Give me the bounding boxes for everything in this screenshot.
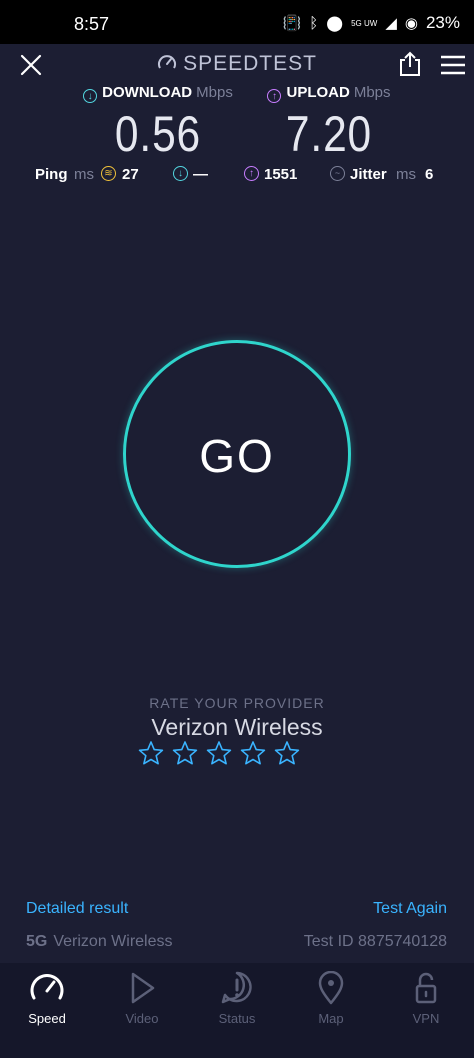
- ping-unit: ms: [74, 166, 94, 183]
- star-2-icon[interactable]: [172, 740, 198, 766]
- tab-vpn-label: VPN: [412, 1011, 440, 1026]
- menu-icon[interactable]: [440, 55, 466, 75]
- ping-idle-icon: ≋: [101, 166, 116, 181]
- ping-idle-value: 27: [122, 166, 139, 183]
- upload-header: ↑ UPLOAD Mbps: [264, 84, 394, 103]
- star-rating: [138, 740, 300, 766]
- map-pin-icon: [318, 971, 344, 1005]
- provider-name: Verizon Wireless: [151, 714, 323, 740]
- lock-icon: [415, 972, 437, 1004]
- app-title-text: SPEEDTEST: [183, 52, 317, 75]
- speedometer-icon: [30, 974, 64, 1000]
- tab-status-label: Status: [218, 1011, 256, 1026]
- network-provider: Verizon Wireless: [53, 933, 173, 950]
- upload-arrow-icon: ↑: [267, 89, 282, 103]
- ping-label: Ping: [35, 166, 68, 183]
- jitter-label: Jitter: [350, 166, 387, 183]
- jitter-icon: ~: [330, 166, 345, 181]
- download-value: 0.56: [114, 106, 202, 162]
- tab-video-label: Video: [125, 1011, 159, 1026]
- battery-level: 23%: [425, 13, 460, 32]
- play-icon: [131, 972, 155, 1004]
- upload-metric: ↑ UPLOAD Mbps 7.20: [264, 84, 394, 163]
- ping-download-value: —: [193, 166, 208, 183]
- test-again-link[interactable]: Test Again: [373, 900, 447, 918]
- rate-provider-title: RATE YOUR PROVIDER: [149, 695, 325, 711]
- download-unit: Mbps: [196, 84, 233, 101]
- tab-map[interactable]: Map: [291, 971, 371, 1026]
- speedtest-logo-icon: [158, 55, 177, 69]
- tab-speed-label: Speed: [28, 1011, 66, 1026]
- network-info: 5G Verizon Wireless: [26, 933, 173, 951]
- upload-label: UPLOAD: [286, 84, 350, 101]
- upload-unit: Mbps: [353, 84, 391, 101]
- go-label: GO: [199, 430, 275, 482]
- location-icon: ⬤: [326, 15, 344, 32]
- alert-icon: [221, 971, 252, 1004]
- star-4-icon[interactable]: [240, 740, 266, 766]
- ping-upload-icon: ↑: [244, 166, 259, 181]
- ping-download-icon: ↓: [173, 166, 188, 181]
- download-metric: ↓ DOWNLOAD Mbps 0.56: [78, 84, 238, 163]
- status-bar: 8:57 📳 ᛒ ⬤ 5G UW ◢ ◉ 23%: [0, 0, 474, 44]
- status-time: 8:57: [74, 14, 110, 34]
- signal-icon: ◢: [385, 15, 397, 32]
- latency-row: Ping ms ≋ 27 ↓ — ↑ 1551 ~ Jitter ms 6: [0, 166, 474, 186]
- upload-value: 7.20: [285, 106, 373, 162]
- download-arrow-icon: ↓: [83, 89, 98, 103]
- jitter-unit: ms: [396, 166, 416, 183]
- star-1-icon[interactable]: [138, 740, 164, 766]
- test-id: Test ID 8875740128: [303, 933, 447, 950]
- tab-vpn[interactable]: VPN: [386, 971, 466, 1026]
- star-3-icon[interactable]: [206, 740, 232, 766]
- tab-map-label: Map: [318, 1011, 344, 1026]
- download-label: DOWNLOAD: [102, 84, 193, 101]
- network-type-label: 5G: [26, 933, 48, 950]
- bluetooth-icon: ᛒ: [309, 14, 319, 32]
- go-button[interactable]: GO: [123, 340, 351, 568]
- vibrate-icon: 📳: [282, 15, 302, 32]
- status-icons: 📳 ᛒ ⬤ 5G UW ◢ ◉ 23%: [283, 13, 460, 33]
- tab-video[interactable]: Video: [102, 971, 182, 1026]
- share-icon[interactable]: [398, 51, 422, 77]
- network-type: 5G UW: [351, 18, 378, 28]
- battery-icon: ◉: [404, 15, 418, 32]
- detailed-result-link[interactable]: Detailed result: [26, 900, 128, 918]
- top-bar: SPEEDTEST: [0, 44, 474, 84]
- tab-status[interactable]: Status: [197, 971, 277, 1026]
- download-header: ↓ DOWNLOAD Mbps: [78, 84, 238, 103]
- bottom-tab-bar: Speed Video Status Map VPN: [0, 963, 474, 1058]
- star-5-icon[interactable]: [274, 740, 300, 766]
- jitter-value: 6: [425, 166, 434, 183]
- tab-speed[interactable]: Speed: [7, 971, 87, 1026]
- ping-upload-value: 1551: [264, 166, 298, 183]
